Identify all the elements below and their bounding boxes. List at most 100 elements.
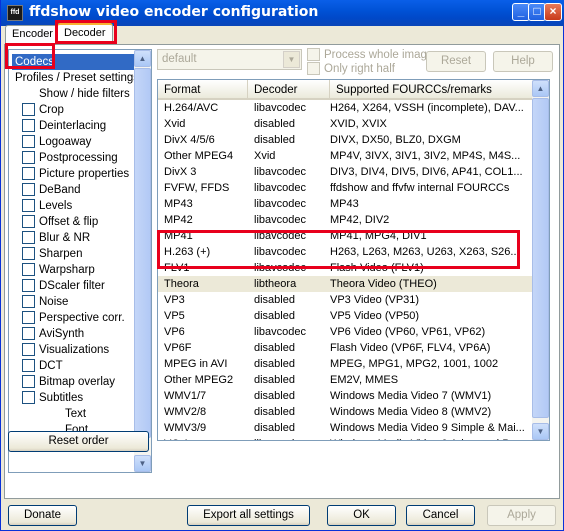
- donate-button[interactable]: Donate: [8, 505, 77, 526]
- table-row[interactable]: VP3 disabled VP3 Video (VP31): [158, 292, 534, 308]
- decoder-cell[interactable]: Xvid: [254, 148, 330, 164]
- decoder-cell[interactable]: disabled: [254, 388, 330, 404]
- decoder-cell[interactable]: disabled: [254, 372, 330, 388]
- tab-encoder[interactable]: Encoder: [5, 25, 60, 44]
- close-icon[interactable]: ×: [544, 3, 562, 21]
- filter-checkbox[interactable]: [22, 263, 35, 276]
- scroll-up-icon[interactable]: ▲: [532, 80, 549, 97]
- table-row[interactable]: DivX 3 libavcodec DIV3, DIV4, DIV5, DIV6, …: [158, 164, 534, 180]
- decoder-cell[interactable]: disabled: [254, 132, 330, 148]
- decoder-cell[interactable]: disabled: [254, 308, 330, 324]
- filter-checkbox[interactable]: [22, 295, 35, 308]
- codec-table[interactable]: Format Decoder Supported FOURCCs/remarks…: [157, 79, 550, 441]
- table-row[interactable]: MPEG in AVI disabled MPEG, MPG1, MPG2, 100…: [158, 356, 534, 372]
- filter-tree-list[interactable]: Codecs Profiles / Preset settings Show / h…: [8, 49, 152, 473]
- sidebar-item-offset-flip[interactable]: Offset & flip: [22, 214, 98, 230]
- sidebar-item-show-hide-filters[interactable]: Show / hide filters: [39, 86, 130, 102]
- table-row[interactable]: Other MPEG2 disabled EM2V, MMES: [158, 372, 534, 388]
- decoder-cell[interactable]: libavcodec: [254, 260, 330, 276]
- filter-checkbox[interactable]: [22, 151, 35, 164]
- sidebar-item-picture-properties[interactable]: Picture properties: [22, 166, 129, 182]
- ok-button[interactable]: OK: [327, 505, 396, 526]
- column-header-decoder[interactable]: Decoder: [248, 80, 330, 99]
- decoder-cell[interactable]: disabled: [254, 340, 330, 356]
- sidebar-item-avisynth[interactable]: AviSynth: [22, 326, 84, 342]
- tab-decoder[interactable]: Decoder: [57, 23, 113, 45]
- table-row[interactable]: WMV1/7 disabled Windows Media Video 7 (WMV…: [158, 388, 534, 404]
- decoder-cell[interactable]: disabled: [254, 292, 330, 308]
- column-header-fourccs[interactable]: Supported FOURCCs/remarks: [330, 80, 534, 99]
- decoder-cell[interactable]: disabled: [254, 404, 330, 420]
- sidebar-item-codecs[interactable]: Codecs: [12, 54, 136, 70]
- filter-checkbox[interactable]: [22, 343, 35, 356]
- decoder-cell[interactable]: libavcodec: [254, 164, 330, 180]
- scroll-thumb[interactable]: [532, 98, 549, 418]
- decoder-cell[interactable]: libavcodec: [254, 196, 330, 212]
- decoder-cell[interactable]: libavcodec: [254, 244, 330, 260]
- filter-checkbox[interactable]: [22, 279, 35, 292]
- sidebar-item-profiles-preset-settings[interactable]: Profiles / Preset settings: [15, 70, 139, 86]
- filter-checkbox[interactable]: [22, 135, 35, 148]
- table-row[interactable]: H.263 (+) libavcodec H263, L263, M263, U26…: [158, 244, 534, 260]
- decoder-cell[interactable]: libtheora: [254, 276, 330, 292]
- filter-checkbox[interactable]: [22, 359, 35, 372]
- decoder-cell[interactable]: libavcodec: [254, 228, 330, 244]
- table-row[interactable]: MP43 libavcodec MP43: [158, 196, 534, 212]
- sidebar-item-visualizations[interactable]: Visualizations: [22, 342, 109, 358]
- filter-checkbox[interactable]: [22, 247, 35, 260]
- scroll-up-icon[interactable]: ▲: [134, 50, 151, 67]
- sidebar-item-noise[interactable]: Noise: [22, 294, 68, 310]
- decoder-cell[interactable]: libavcodec: [254, 180, 330, 196]
- sidebar-item-warpsharp[interactable]: Warpsharp: [22, 262, 95, 278]
- sidebar-item-blur-nr[interactable]: Blur & NR: [22, 230, 90, 246]
- table-row[interactable]: H.264/AVC libavcodec H264, X264, VSSH (inc…: [158, 101, 534, 116]
- table-row[interactable]: VC-1 libavcodecWindows Media Video 9 Adva…: [158, 436, 534, 440]
- decoder-cell[interactable]: libavcodec: [254, 101, 330, 116]
- tree-scrollbar[interactable]: ▲ ▼: [134, 50, 151, 472]
- filter-checkbox[interactable]: [22, 375, 35, 388]
- filter-checkbox[interactable]: [22, 327, 35, 340]
- filter-checkbox[interactable]: [22, 231, 35, 244]
- ffdshow-app-icon[interactable]: ffd: [7, 5, 23, 21]
- scroll-down-icon[interactable]: ▼: [532, 423, 549, 440]
- table-row[interactable]: VP6F disabled Flash Video (VP6F, FLV4, VP6…: [158, 340, 534, 356]
- filter-checkbox[interactable]: [22, 199, 35, 212]
- table-row[interactable]: WMV2/8 disabled Windows Media Video 8 (WMV…: [158, 404, 534, 420]
- sidebar-item-sharpen[interactable]: Sharpen: [22, 246, 82, 262]
- scroll-down-icon[interactable]: ▼: [134, 455, 151, 472]
- table-row[interactable]: Other MPEG4 Xvid MP4V, 3IVX, 3IV1, 3IV2, M…: [158, 148, 534, 164]
- sidebar-item-deband[interactable]: DeBand: [22, 182, 81, 198]
- table-row[interactable]: FVFW, FFDS libavcodec ffdshow and ffvfw in…: [158, 180, 534, 196]
- cancel-button[interactable]: Cancel: [406, 505, 475, 526]
- filter-checkbox[interactable]: [22, 167, 35, 180]
- filter-checkbox[interactable]: [22, 215, 35, 228]
- sidebar-item-postprocessing[interactable]: Postprocessing: [22, 150, 118, 166]
- export-all-settings-button[interactable]: Export all settings: [187, 505, 310, 526]
- table-row[interactable]: DivX 4/5/6 disabled DIVX, DX50, BLZ0, DXGM: [158, 132, 534, 148]
- sidebar-item-deinterlacing[interactable]: Deinterlacing: [22, 118, 106, 134]
- table-row[interactable]: VP6 libavcodec VP6 Video (VP60, VP61, VP62…: [158, 324, 534, 340]
- filter-checkbox[interactable]: [22, 119, 35, 132]
- sidebar-item-crop[interactable]: Crop: [22, 102, 64, 118]
- table-row[interactable]: WMV3/9 disabled Windows Media Video 9 Simp…: [158, 420, 534, 436]
- table-scrollbar[interactable]: ▲ ▼: [532, 80, 549, 440]
- table-row[interactable]: Xvid disabled XVID, XVIX: [158, 116, 534, 132]
- sidebar-item-dscaler-filter[interactable]: DScaler filter: [22, 278, 105, 294]
- decoder-cell[interactable]: libavcodec: [254, 212, 330, 228]
- filter-checkbox[interactable]: [22, 391, 35, 404]
- table-row[interactable]: MP41 libavcodec MP41, MPG4, DIV1: [158, 228, 534, 244]
- sidebar-item-logoaway[interactable]: Logoaway: [22, 134, 91, 150]
- filter-checkbox[interactable]: [22, 103, 35, 116]
- sidebar-item-text[interactable]: Text: [65, 406, 86, 422]
- filter-checkbox[interactable]: [22, 311, 35, 324]
- scroll-thumb[interactable]: [134, 68, 151, 438]
- table-row[interactable]: FLV1 libavcodec Flash Video (FLV1): [158, 260, 534, 276]
- sidebar-item-subtitles[interactable]: Subtitles: [22, 390, 83, 406]
- sidebar-item-levels[interactable]: Levels: [22, 198, 72, 214]
- decoder-cell[interactable]: disabled: [254, 356, 330, 372]
- decoder-cell[interactable]: libavcodec: [254, 436, 330, 440]
- table-row[interactable]: MP42 libavcodec MP42, DIV2: [158, 212, 534, 228]
- sidebar-item-bitmap-overlay[interactable]: Bitmap overlay: [22, 374, 115, 390]
- decoder-cell[interactable]: disabled: [254, 420, 330, 436]
- table-row[interactable]: VP5 disabled VP5 Video (VP50): [158, 308, 534, 324]
